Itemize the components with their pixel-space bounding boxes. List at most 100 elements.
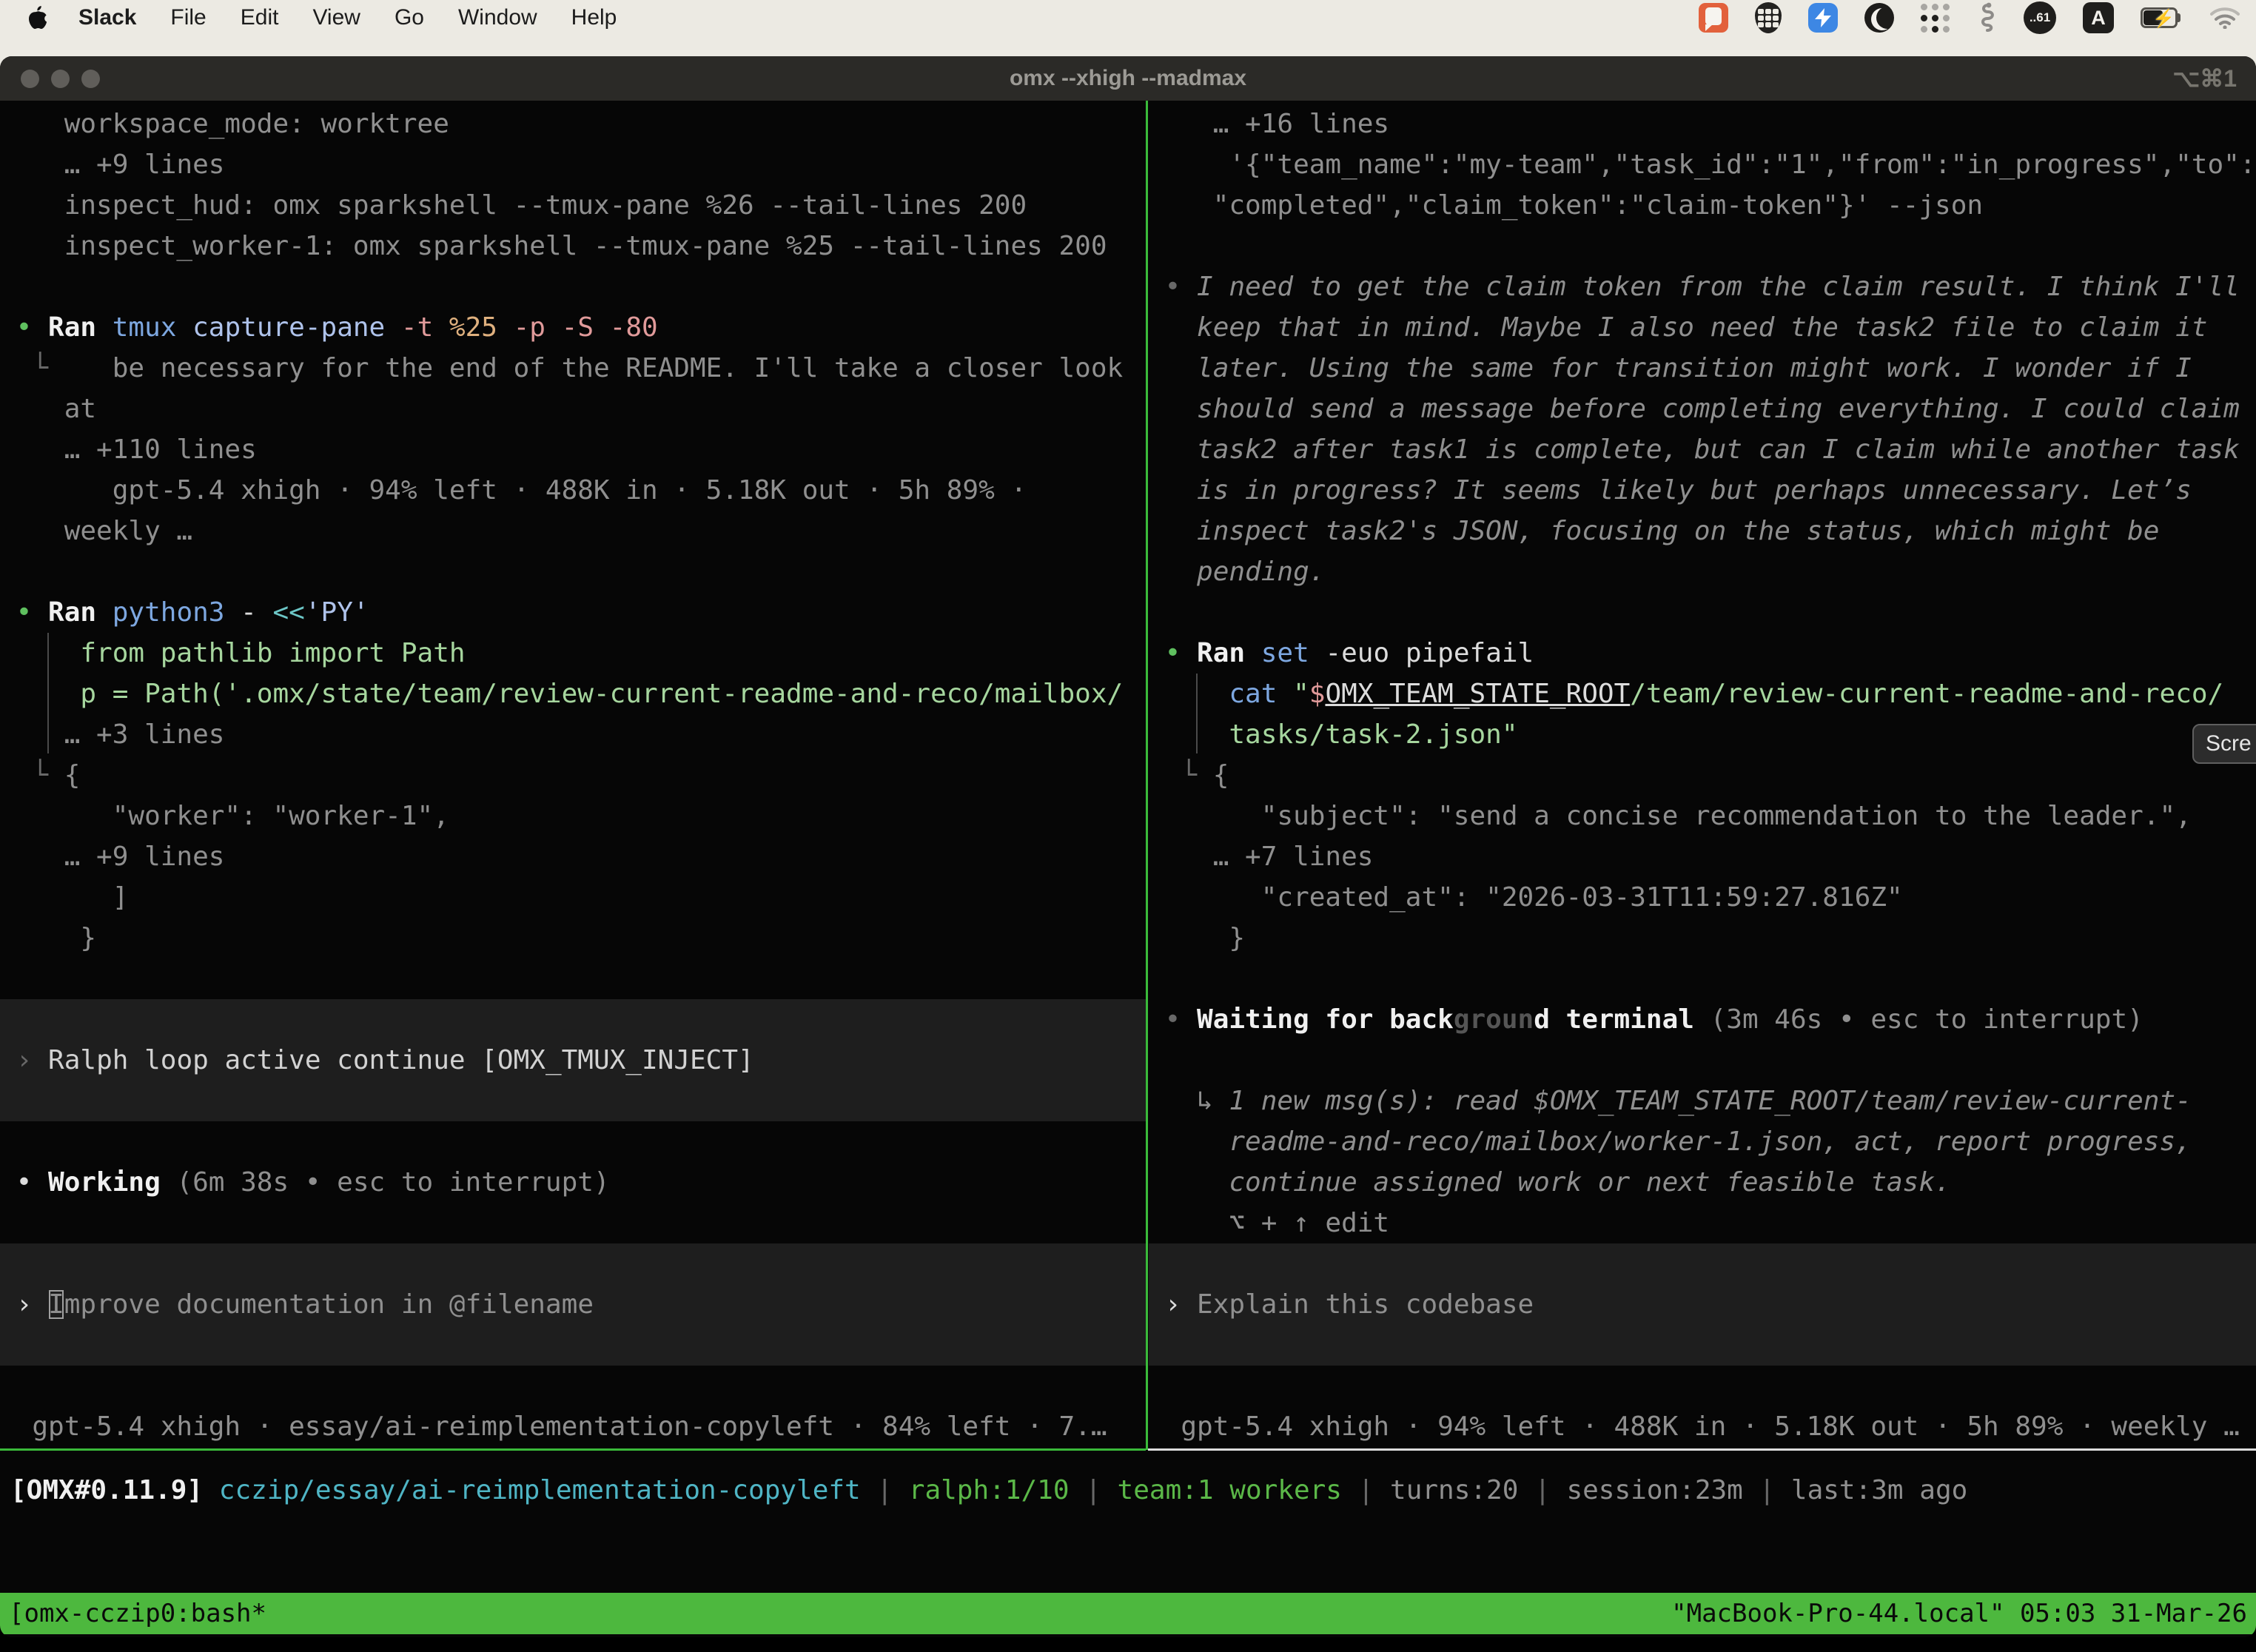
terminal-row: "worker": "worker-1", bbox=[0, 796, 1146, 836]
terminal-row: └ { bbox=[0, 755, 1146, 796]
terminal-row bbox=[0, 1366, 1146, 1406]
omx-status-line: [OMX#0.11.9] cczip/essay/ai-reimplementa… bbox=[10, 1470, 1967, 1511]
text-segment: pending. bbox=[1149, 557, 1325, 587]
terminal-row: ⌥ + ↑ edit bbox=[1149, 1203, 2256, 1243]
badge-61-icon[interactable]: ..61 bbox=[2024, 1, 2056, 34]
menu-item-slack[interactable]: Slack bbox=[78, 5, 136, 30]
text-segment: Ran bbox=[48, 312, 96, 343]
pane-border-active bbox=[0, 1448, 1146, 1451]
menu-item-help[interactable]: Help bbox=[571, 5, 617, 30]
terminal-row: … +3 lines bbox=[0, 714, 1146, 755]
terminal-row: … +9 lines bbox=[0, 836, 1146, 877]
text-segment: groun bbox=[1454, 1004, 1534, 1035]
terminal-row: … +9 lines bbox=[0, 144, 1146, 185]
text-segment: • bbox=[0, 1167, 48, 1198]
screen-tooltip: Scre bbox=[2192, 724, 2256, 764]
thinking-text: • I need to get the claim token from the… bbox=[1149, 266, 2256, 307]
tmux-status-bar: [omx-cczip0:bash* "MacBook-Pro-44.local"… bbox=[0, 1593, 2256, 1634]
terminal-row: inspect task2's JSON, focusing on the st… bbox=[1149, 511, 2256, 551]
pane-divider[interactable] bbox=[1146, 101, 1148, 1450]
menu-item-edit[interactable]: Edit bbox=[241, 5, 279, 30]
terminal-row: readme-and-reco/mailbox/worker-1.json, a… bbox=[1149, 1121, 2256, 1162]
text-segment: › bbox=[16, 1289, 33, 1320]
text-segment: weekly … bbox=[0, 516, 192, 546]
text-segment bbox=[1245, 638, 1261, 668]
terminal-row: └ { bbox=[1149, 755, 2256, 796]
terminal-row: keep that in mind. Maybe I also need the… bbox=[1149, 307, 2256, 348]
squiggle-icon[interactable] bbox=[1976, 2, 1997, 33]
text-segment: '{"team_name":"my-team","task_id":"1","f… bbox=[1149, 150, 2256, 180]
menu-left: Slack File Edit View Go Window Help bbox=[25, 3, 651, 33]
waiting-status: • Waiting for background terminal (3m 46… bbox=[1149, 999, 2256, 1040]
text-segment: - bbox=[224, 597, 272, 628]
terminal-row: cat "$OMX_TEAM_STATE_ROOT/team/review-cu… bbox=[1149, 674, 2256, 714]
text-segment: ⌥ + ↑ edit bbox=[1149, 1208, 1389, 1238]
text-segment: at bbox=[0, 394, 96, 424]
text-segment: › bbox=[16, 1045, 33, 1075]
privacy-shield-icon[interactable] bbox=[1755, 2, 1782, 33]
text-segment: d terminal bbox=[1534, 1004, 1694, 1035]
apple-logo-icon[interactable] bbox=[25, 3, 50, 33]
menu-item-file[interactable]: File bbox=[170, 5, 206, 30]
text-segment: • bbox=[1149, 1004, 1197, 1035]
text-segment bbox=[32, 1289, 48, 1320]
text-segment: python3 bbox=[113, 597, 225, 628]
battery-icon[interactable]: ⚡ bbox=[2141, 7, 2183, 28]
text-segment: set bbox=[1261, 638, 1309, 668]
pane-right[interactable]: … +16 lines '{"team_name":"my-team","tas… bbox=[1149, 101, 2256, 1450]
text-segment: ↳ bbox=[1149, 1086, 1229, 1116]
text-segment: | bbox=[1342, 1475, 1390, 1505]
terminal-row: pending. bbox=[1149, 551, 2256, 592]
text-segment: … +16 lines bbox=[1149, 109, 1389, 139]
text-segment: … +9 lines bbox=[0, 842, 224, 872]
tmux-host-clock-label: "MacBook-Pro-44.local" 05:03 31-Mar-26 bbox=[1671, 1599, 2247, 1628]
crescent-icon[interactable] bbox=[1864, 3, 1894, 33]
text-segment: Waiting for back bbox=[1197, 1004, 1454, 1035]
text-segment: • bbox=[0, 312, 48, 343]
pane-border-inactive bbox=[1148, 1448, 2256, 1451]
text-segment bbox=[1149, 1289, 1165, 1320]
wifi-icon[interactable] bbox=[2210, 7, 2240, 29]
window-title: omx --xhigh --madmax bbox=[0, 66, 2256, 91]
screen-share-icon[interactable] bbox=[1699, 3, 1728, 33]
text-segment: | bbox=[1070, 1475, 1118, 1505]
text-segment: I need to get the claim token from the c… bbox=[1197, 272, 2240, 302]
pane-right-rows: … +16 lines '{"team_name":"my-team","tas… bbox=[1149, 104, 2256, 1447]
terminal-row: workspace_mode: worktree bbox=[0, 104, 1146, 144]
text-segment: (3m 46s • esc to interrupt) bbox=[1694, 1004, 2143, 1035]
terminal-row bbox=[0, 999, 1146, 1040]
menu-item-go[interactable]: Go bbox=[395, 5, 424, 30]
terminal-row bbox=[0, 551, 1146, 592]
command-ran-tmux: • Ran tmux capture-pane -t %25 -p -S -80 bbox=[0, 307, 1146, 348]
spark-icon[interactable] bbox=[1808, 3, 1838, 33]
terminal-row bbox=[0, 266, 1146, 307]
tooltip-label: Scre bbox=[2206, 731, 2252, 756]
ralph-loop-status: › Ralph loop active continue [OMX_TMUX_I… bbox=[0, 1040, 1146, 1081]
terminal-row bbox=[1149, 1366, 2256, 1406]
terminal-row bbox=[1149, 592, 2256, 633]
menu-bar: Slack File Edit View Go Window Help bbox=[0, 0, 2256, 36]
text-segment: { bbox=[48, 760, 80, 790]
text-segment: └ bbox=[0, 760, 48, 790]
text-segment: OMX_TEAM_STATE_ROOT bbox=[1325, 679, 1630, 709]
menu-item-view[interactable]: View bbox=[312, 5, 360, 30]
prompt-line[interactable]: › Explain this codebase bbox=[1149, 1284, 2256, 1325]
text-segment: "completed","claim_token":"claim-token"}… bbox=[1149, 190, 1983, 221]
menu-item-window[interactable]: Window bbox=[458, 5, 537, 30]
terminal-row bbox=[1149, 1325, 2256, 1366]
text-segment: • bbox=[1149, 272, 1197, 302]
terminal-row: } bbox=[1149, 918, 2256, 958]
window-titlebar[interactable]: omx --xhigh --madmax ⌥⌘1 bbox=[0, 56, 2256, 101]
prompt-line[interactable]: › Improve documentation in @filename bbox=[0, 1284, 1146, 1325]
pane-left[interactable]: workspace_mode: worktree … +9 lines insp… bbox=[0, 101, 1146, 1450]
command-ran-python: • Ran python3 - <<'PY' bbox=[0, 592, 1146, 633]
text-segment: keep that in mind. Maybe I also need the… bbox=[1149, 312, 2207, 343]
menu-status-icons: ..61 A ⚡ bbox=[1699, 1, 2240, 34]
terminal-row: task2 after task1 is complete, but can I… bbox=[1149, 429, 2256, 470]
keyboard-a-icon[interactable]: A bbox=[2083, 2, 2114, 33]
output-connector-line bbox=[1196, 674, 1198, 753]
grid-dots-icon[interactable] bbox=[1921, 4, 1950, 33]
terminal-row: is in progress? It seems likely but perh… bbox=[1149, 470, 2256, 511]
text-segment: › bbox=[1165, 1289, 1181, 1320]
text-segment: | bbox=[861, 1475, 909, 1505]
